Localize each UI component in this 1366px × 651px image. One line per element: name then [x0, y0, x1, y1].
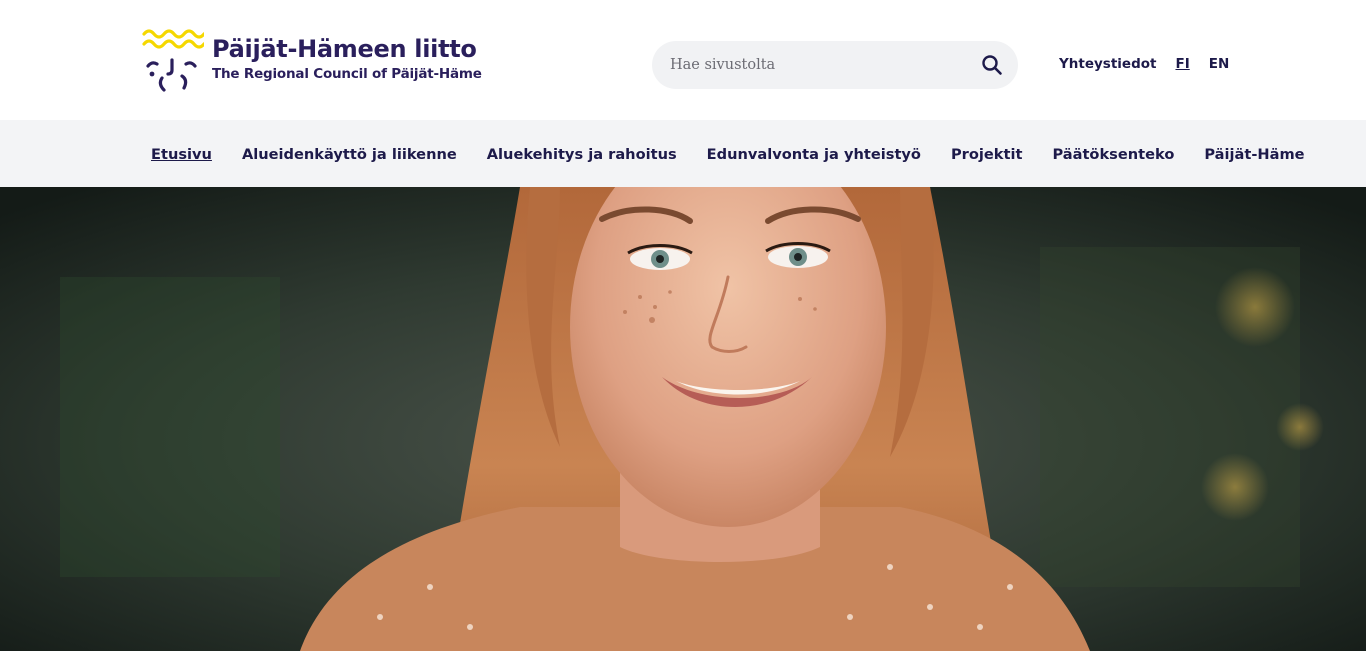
nav-item-paijat-hame[interactable]: Päijät-Häme: [1204, 146, 1304, 163]
site-header: Päijät-Hämeen liitto The Regional Counci…: [0, 0, 1366, 120]
regional-emblem-icon: [142, 29, 204, 92]
nav-item-edunvalvonta[interactable]: Edunvalvonta ja yhteistyö: [707, 146, 921, 163]
nav-item-etusivu[interactable]: Etusivu: [151, 146, 212, 163]
language-en-link[interactable]: EN: [1209, 56, 1230, 72]
site-logo[interactable]: Päijät-Hämeen liitto The Regional Counci…: [140, 26, 482, 96]
search-input[interactable]: [670, 53, 970, 77]
search-icon: [982, 55, 1002, 75]
nav-item-aluekehitys[interactable]: Aluekehitys ja rahoitus: [487, 146, 677, 163]
site-search: [652, 41, 1018, 89]
nav-item-alueidenkaytto[interactable]: Alueidenkäyttö ja liikenne: [242, 146, 457, 163]
search-button[interactable]: [980, 53, 1004, 77]
nav-item-projektit[interactable]: Projektit: [951, 146, 1022, 163]
hero-portrait-illustration: [0, 187, 1366, 651]
main-navigation: Etusivu Alueidenkäyttö ja liikenne Aluek…: [0, 120, 1366, 187]
hero-image: [0, 187, 1366, 651]
contact-link[interactable]: Yhteystiedot: [1059, 56, 1156, 72]
language-fi-link[interactable]: FI: [1175, 56, 1189, 72]
logo-title: Päijät-Hämeen liitto: [212, 35, 477, 63]
nav-item-paatoksenteko[interactable]: Päätöksenteko: [1052, 146, 1174, 163]
logo-text: Päijät-Hämeen liitto The Regional Counci…: [212, 34, 482, 84]
logo-subtitle: The Regional Council of Päijät-Häme: [212, 66, 482, 82]
utility-links: Yhteystiedot FI EN: [1059, 56, 1229, 72]
